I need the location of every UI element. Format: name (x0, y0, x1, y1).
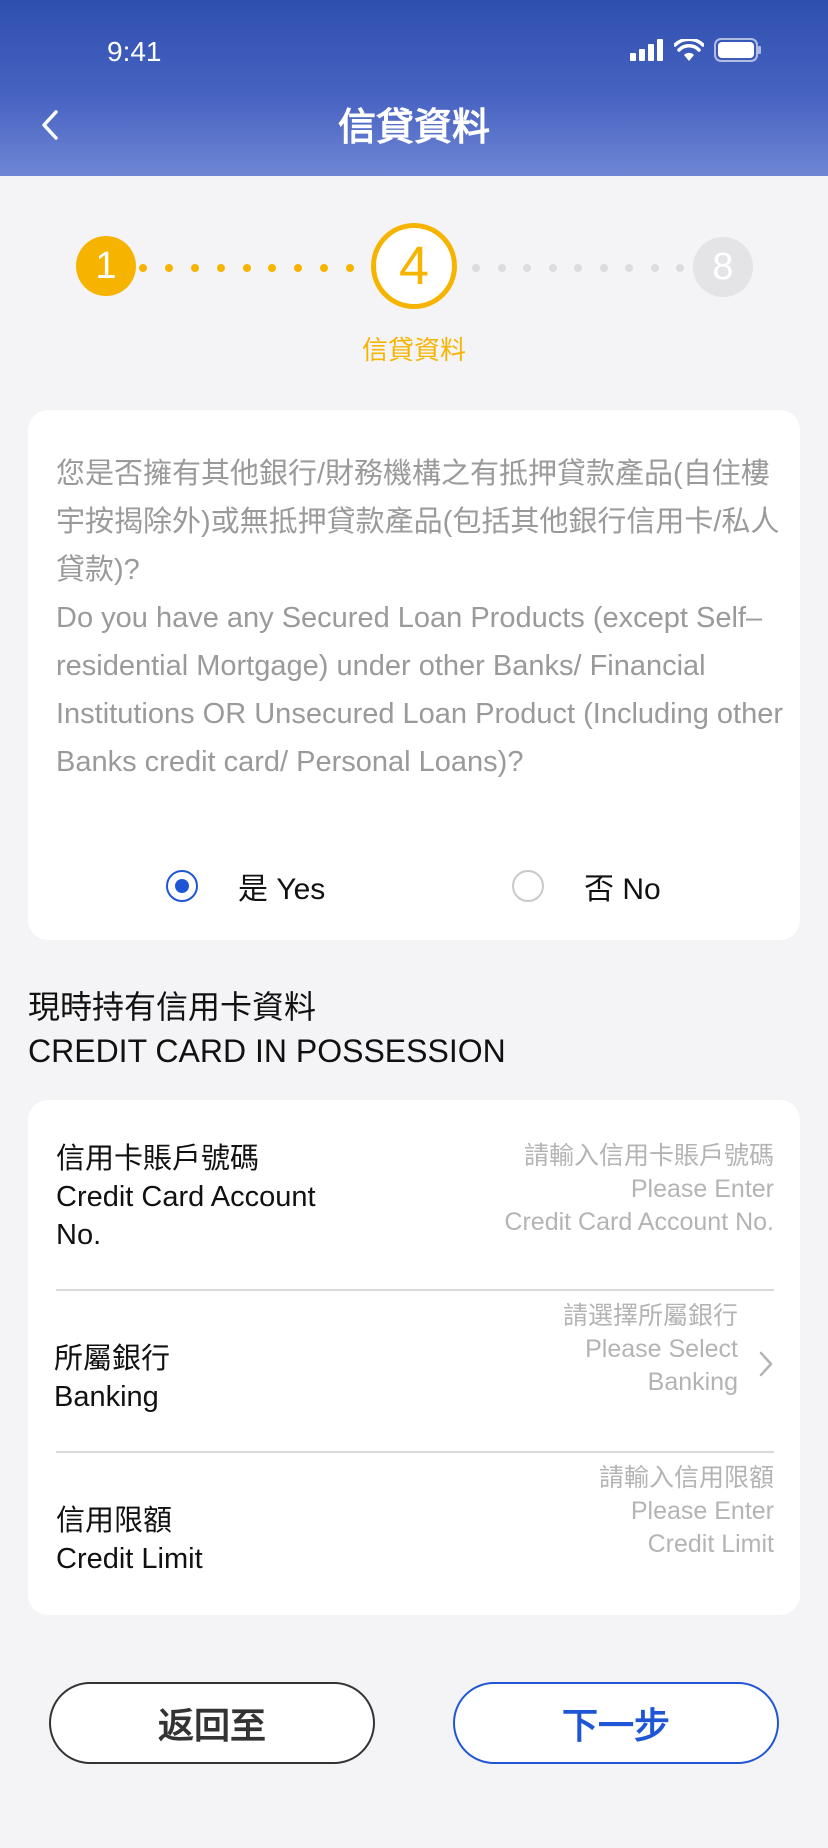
loan-question-card: 您是否擁有其他銀行/財務機構之有抵押貸款產品(自住樓宇按揭除外)或無抵押貸款產品… (28, 410, 800, 940)
step-current: 4 (371, 223, 457, 309)
next-step-button[interactable]: 下一步 (453, 1682, 779, 1764)
step-current-label: 信貸資料 (361, 336, 466, 366)
credit-limit-placeholder-zh: 請輸入信用限額 (598, 1464, 774, 1492)
credit-limit-label-zh: 信用限額 (56, 1505, 173, 1537)
account-number-placeholder-zh: 請輸入信用卡賬戶號碼 (523, 1142, 774, 1170)
question-text: 您是否擁有其他銀行/財務機構之有抵押貸款產品(自住樓宇按揭除外)或無抵押貸款產品… (56, 450, 796, 786)
credit-limit-placeholder-en-2: Credit Limit (647, 1530, 774, 1558)
signal-icon (630, 39, 663, 61)
battery-icon (714, 38, 761, 62)
credit-limit-label: 信用限額 Credit Limit (56, 1502, 203, 1578)
credit-limit-field[interactable]: 信用限額 Credit Limit 請輸入信用限額 Please Enter C… (56, 1462, 774, 1612)
bank-placeholder-zh: 請選擇所屬銀行 (562, 1302, 738, 1330)
account-number-placeholder-en-1: Please Enter (630, 1175, 774, 1203)
section-title: 現時持有信用卡資料 CREDIT CARD IN POSSESSION (28, 985, 506, 1073)
radio-no-label: 否 No (584, 873, 661, 906)
account-number-input[interactable]: 請輸入信用卡賬戶號碼 Please Enter Credit Card Acco… (434, 1140, 774, 1239)
divider (56, 1451, 774, 1453)
bank-label: 所屬銀行 Banking (54, 1340, 170, 1416)
bank-select-field[interactable]: 所屬銀行 Banking 請選擇所屬銀行 Please Select Banki… (54, 1300, 774, 1450)
status-time: 9:41 (107, 36, 162, 67)
back-to-button[interactable]: 返回至 (49, 1682, 375, 1764)
chevron-right-icon[interactable] (758, 1350, 774, 1382)
bank-placeholder-en-2: Banking (647, 1368, 738, 1396)
radio-no[interactable]: 否 No (512, 864, 661, 908)
app-header: 9:41 信貸資料 (0, 0, 828, 176)
page-title: 信貸資料 (337, 105, 490, 149)
section-title-zh: 現時持有信用卡資料 (28, 989, 317, 1025)
bank-label-en: Banking (54, 1381, 159, 1413)
account-number-placeholder-en-2: Credit Card Account No. (504, 1208, 774, 1236)
account-number-label-en: Credit Card Account No. (56, 1181, 316, 1251)
progress-dots-remaining (472, 264, 684, 272)
status-icons (630, 38, 762, 62)
wifi-icon (674, 39, 704, 61)
radio-yes[interactable]: 是 Yes (166, 864, 325, 908)
step-last: 8 (693, 237, 753, 297)
progress-dots-complete (139, 264, 354, 272)
bank-label-zh: 所屬銀行 (54, 1343, 171, 1375)
credit-card-form: 信用卡賬戶號碼 Credit Card Account No. 請輸入信用卡賬戶… (28, 1100, 800, 1615)
divider (56, 1289, 774, 1291)
radio-selected-icon (166, 870, 198, 902)
radio-empty-icon (512, 870, 544, 902)
bank-select[interactable]: 請選擇所屬銀行 Please Select Banking (438, 1300, 738, 1399)
credit-limit-input[interactable]: 請輸入信用限額 Please Enter Credit Limit (474, 1462, 774, 1561)
section-title-en: CREDIT CARD IN POSSESSION (28, 1033, 506, 1069)
question-text-zh: 您是否擁有其他銀行/財務機構之有抵押貸款產品(自住樓宇按揭除外)或無抵押貸款產品… (56, 458, 780, 586)
step-done: 1 (76, 236, 136, 296)
account-number-label: 信用卡賬戶號碼 Credit Card Account No. (56, 1140, 356, 1254)
radio-yes-label: 是 Yes (238, 873, 326, 906)
credit-limit-label-en: Credit Limit (56, 1543, 203, 1575)
account-number-label-zh: 信用卡賬戶號碼 (56, 1143, 260, 1175)
credit-limit-placeholder-en-1: Please Enter (630, 1497, 774, 1525)
bank-placeholder-en-1: Please Select (585, 1335, 738, 1363)
question-text-en: Do you have any Secured Loan Products (e… (56, 602, 784, 778)
account-number-field[interactable]: 信用卡賬戶號碼 Credit Card Account No. 請輸入信用卡賬戶… (56, 1140, 774, 1251)
